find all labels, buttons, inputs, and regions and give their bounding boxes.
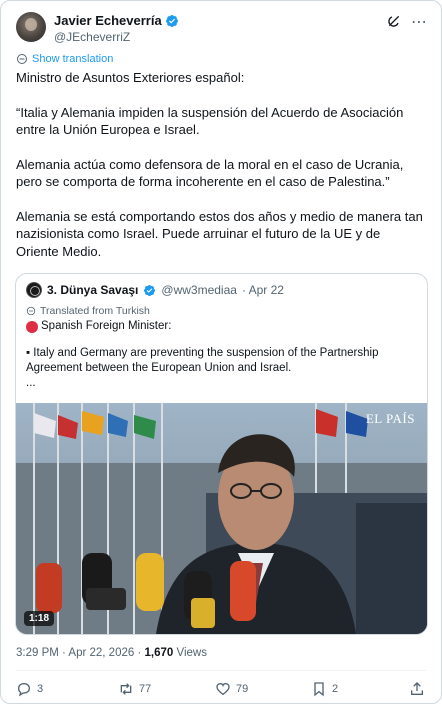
translated-from-label: Translated from Turkish — [26, 305, 150, 317]
reply-icon — [17, 682, 31, 697]
post-header: Javier Echeverría @JEcheverriZ ⋯ — [16, 9, 431, 49]
translate-icon — [26, 306, 36, 316]
quoted-line-1: Spanish Foreign Minister: — [26, 319, 416, 334]
bookmark-button[interactable]: 2 — [311, 681, 338, 697]
share-button[interactable] — [409, 681, 425, 697]
red-circle-icon — [26, 320, 38, 333]
like-count: 79 — [236, 683, 249, 695]
verified-badge-icon — [165, 14, 178, 27]
show-translation-link[interactable]: Show translation — [16, 53, 113, 65]
action-bar: 3 77 79 2 — [16, 681, 428, 699]
views-label: Views — [173, 647, 207, 659]
repost-button[interactable]: 77 — [118, 681, 151, 697]
reply-button[interactable]: 3 — [16, 681, 43, 697]
quoted-line-1-text: Spanish Foreign Minister: — [41, 320, 172, 332]
repost-count: 77 — [139, 683, 152, 695]
more-options-icon[interactable]: ⋯ — [411, 12, 427, 32]
like-button[interactable]: 79 — [215, 681, 248, 697]
video-frame — [16, 403, 427, 634]
author-name-row[interactable]: Javier Echeverría — [54, 13, 179, 28]
quoted-avatar[interactable] — [26, 282, 42, 298]
post-text: Ministro de Asuntos Exteriores español: … — [16, 69, 426, 277]
avatar[interactable] — [16, 12, 46, 42]
post-card: Javier Echeverría @JEcheverriZ ⋯ Show tr… — [0, 0, 442, 704]
bookmark-count: 2 — [332, 683, 339, 695]
repost-icon — [120, 683, 132, 695]
post-paragraph-1: Ministro de Asuntos Exteriores español: — [16, 70, 245, 85]
video-duration-badge: 1:18 — [24, 611, 55, 626]
quoted-date[interactable]: · Apr 22 — [242, 283, 284, 297]
post-time-date[interactable]: 3:29 PM · Apr 22, 2026 · — [16, 647, 145, 659]
media-watermark: EL PAÍS — [365, 411, 415, 426]
quoted-bullet: ▪ Italy and Germany are preventing the s… — [26, 347, 379, 374]
share-icon — [411, 682, 423, 695]
heart-icon — [216, 682, 230, 696]
post-paragraph-4: Alemania se está comportando estos dos a… — [16, 208, 423, 259]
views-count: 1,670 — [144, 647, 174, 659]
bookmark-icon — [314, 682, 324, 697]
divider — [16, 670, 426, 671]
post-timestamp[interactable]: 3:29 PM · Apr 22, 2026 · 1,670 Views — [16, 647, 207, 659]
post-paragraph-3: Alemania actúa como defensora de la mora… — [16, 156, 404, 190]
verified-badge-icon — [144, 284, 156, 296]
reply-count: 3 — [37, 683, 44, 695]
quoted-ellipsis: ... — [26, 377, 36, 389]
show-translation-label[interactable]: Show translation — [32, 53, 113, 65]
grok-icon[interactable] — [386, 13, 402, 29]
post-paragraph-2: “Italia y Alemania impiden la suspensión… — [16, 104, 404, 138]
quoted-post[interactable]: 3. Dünya Savaşı @ww3mediaa · Apr 22 Tran… — [15, 273, 428, 635]
translate-icon — [17, 54, 27, 64]
quoted-post-header: 3. Dünya Savaşı @ww3mediaa · Apr 22 — [26, 282, 284, 298]
quoted-text: Spanish Foreign Minister: ▪ Italy and Ge… — [26, 319, 416, 391]
quoted-author-handle[interactable]: @ww3mediaa — [161, 283, 237, 297]
author-name[interactable]: Javier Echeverría — [54, 13, 162, 28]
video-thumbnail[interactable]: EL PAÍS 1:18 — [16, 403, 427, 634]
author-handle[interactable]: @JEcheverriZ — [54, 30, 130, 44]
translated-from-text: Translated from Turkish — [40, 305, 150, 317]
quoted-author-name[interactable]: 3. Dünya Savaşı — [47, 283, 138, 297]
